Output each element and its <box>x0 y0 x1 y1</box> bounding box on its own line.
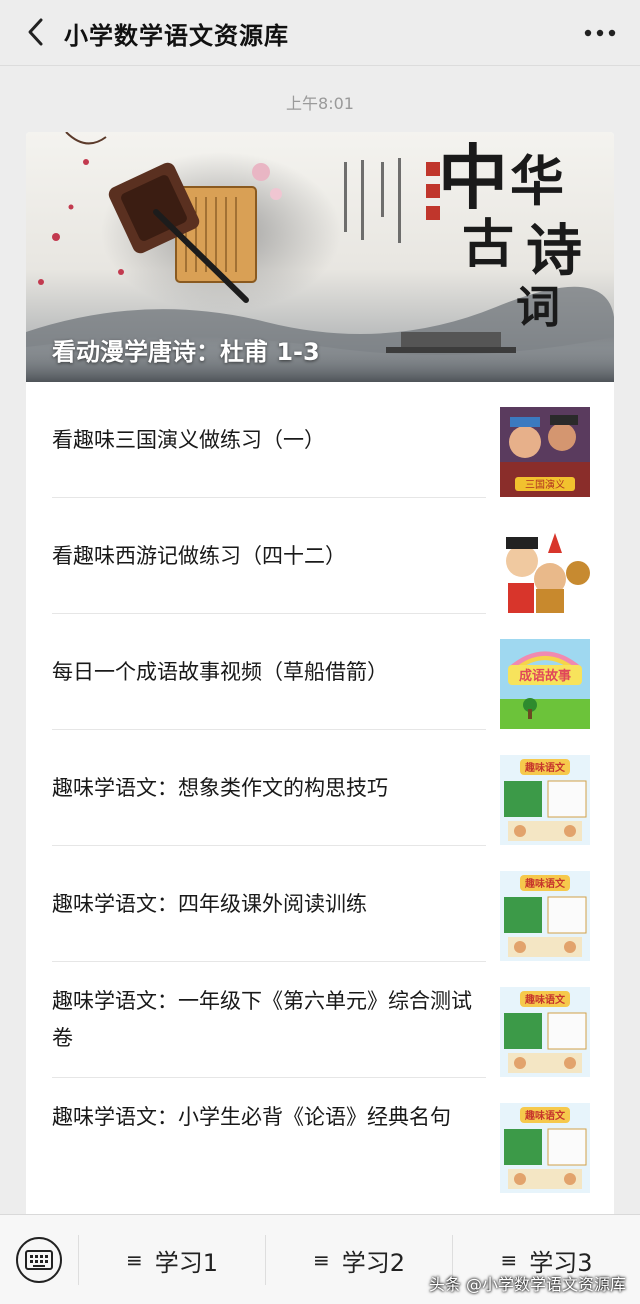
menu-label: 学习2 <box>341 1248 406 1277</box>
article-item[interactable]: 趣味学语文：小学生必背《论语》经典名句 趣味语文 <box>26 1078 614 1194</box>
article-thumbnail: 成语故事 <box>500 639 590 729</box>
svg-text:中: 中 <box>438 136 508 219</box>
keyboard-icon <box>25 1250 53 1270</box>
svg-text:诗: 诗 <box>526 218 582 284</box>
message-timestamp: 上午8:01 <box>286 94 354 113</box>
article-thumbnail: 趣味语文 <box>500 987 590 1077</box>
menu-label: 学习1 <box>154 1248 219 1277</box>
article-title: 趣味学语文：一年级下《第六单元》综合测试卷 <box>52 989 472 1050</box>
keyboard-toggle-button[interactable] <box>16 1237 62 1283</box>
article-thumbnail: 趣味语文 <box>500 755 590 845</box>
article-list: 看趣味三国演义做练习（一） 三国演义 看趣味西游记做练习（四十二） 每日一个成语… <box>26 382 614 1194</box>
article-title: 趣味学语文：想象类作文的构思技巧 <box>52 776 388 800</box>
featured-article-banner[interactable]: 中 华 古 诗 词 看动漫学唐诗：杜甫 1-3 <box>26 132 614 382</box>
svg-text:趣味语文: 趣味语文 <box>524 761 566 774</box>
banner-calligraphy: 中 华 古 诗 词 <box>428 132 614 336</box>
svg-text:趣味语文: 趣味语文 <box>524 877 566 890</box>
menu-lines-icon: ≡ <box>500 1248 518 1272</box>
article-thumbnail: 三国演义 <box>500 407 590 497</box>
menu-lines-icon: ≡ <box>125 1248 143 1272</box>
menu-button-1[interactable]: ≡ 学习1 <box>79 1233 265 1287</box>
svg-text:华: 华 <box>510 149 564 213</box>
svg-text:古: 古 <box>462 214 514 275</box>
chevron-left-icon <box>28 18 43 46</box>
top-nav-bar: 小学数学语文资源库 <box>0 0 640 66</box>
article-title: 趣味学语文：小学生必背《论语》经典名句 <box>52 1105 451 1129</box>
more-dots-icon <box>584 29 616 37</box>
article-item[interactable]: 每日一个成语故事视频（草船借箭） 成语故事 <box>26 614 614 730</box>
article-title: 看趣味三国演义做练习（一） <box>52 428 325 452</box>
banner-title: 看动漫学唐诗：杜甫 1-3 <box>52 338 320 366</box>
article-item[interactable]: 趣味学语文：一年级下《第六单元》综合测试卷 趣味语文 <box>26 962 614 1078</box>
article-thumbnail: 趣味语文 <box>500 1103 590 1193</box>
article-thumbnail <box>500 523 590 613</box>
article-item[interactable]: 趣味学语文：四年级课外阅读训练 趣味语文 <box>26 846 614 962</box>
svg-text:三国演义: 三国演义 <box>525 478 565 491</box>
watermark: 头条 @小学数学语文资源库 <box>428 1275 626 1294</box>
svg-text:词: 词 <box>516 282 560 332</box>
article-item[interactable]: 看趣味三国演义做练习（一） 三国演义 <box>26 382 614 498</box>
article-item[interactable]: 看趣味西游记做练习（四十二） <box>26 498 614 614</box>
article-item[interactable]: 趣味学语文：想象类作文的构思技巧 趣味语文 <box>26 730 614 846</box>
article-thumbnail: 趣味语文 <box>500 871 590 961</box>
more-button[interactable] <box>580 18 620 48</box>
menu-button-2[interactable]: ≡ 学习2 <box>266 1233 452 1287</box>
svg-text:趣味语文: 趣味语文 <box>524 1109 566 1122</box>
article-title: 趣味学语文：四年级课外阅读训练 <box>52 892 367 916</box>
article-title: 看趣味西游记做练习（四十二） <box>52 544 346 568</box>
article-card: 中 华 古 诗 词 看动漫学唐诗：杜甫 1-3 看趣味三国演义做练习（一） 三国… <box>26 132 614 1232</box>
menu-lines-icon: ≡ <box>312 1248 330 1272</box>
back-button[interactable] <box>18 14 54 50</box>
svg-text:趣味语文: 趣味语文 <box>524 993 566 1006</box>
page-title: 小学数学语文资源库 <box>64 22 289 50</box>
svg-text:成语故事: 成语故事 <box>519 668 571 684</box>
article-title: 每日一个成语故事视频（草船借箭） <box>52 660 388 684</box>
